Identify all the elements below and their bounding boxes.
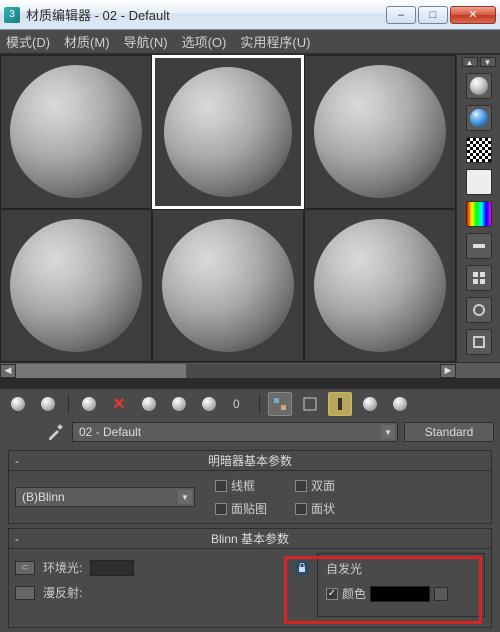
backlight-icon[interactable]: [466, 105, 492, 131]
rollout-title: Blinn 基本参数: [211, 530, 289, 547]
self-illum-color-swatch[interactable]: [370, 586, 430, 602]
self-illum-title: 自发光: [326, 560, 476, 577]
sample-slot[interactable]: [0, 209, 152, 363]
material-toolbar: ✕ 0: [0, 388, 500, 418]
options-icon[interactable]: [466, 265, 492, 291]
menu-material[interactable]: 材质(M): [64, 32, 110, 51]
menu-mode[interactable]: 模式(D): [6, 32, 50, 51]
shader-basic-rollout: - 明暗器基本参数 (B)Blinn ▼ 线框 双面 面贴图 面状: [8, 450, 492, 524]
show-in-viewport-icon[interactable]: [268, 392, 292, 416]
diffuse-thumb-icon[interactable]: [15, 586, 35, 600]
combo-arrow-icon[interactable]: ▼: [178, 490, 192, 504]
material-name-row: 02 - Default ▼ Standard: [0, 418, 500, 446]
collapse-icon[interactable]: -: [15, 532, 19, 546]
go-forward-sibling-2-icon[interactable]: [388, 392, 412, 416]
maximize-button[interactable]: □: [418, 6, 448, 24]
scroll-left-icon[interactable]: ◀: [0, 364, 16, 378]
app-icon: 3: [4, 7, 20, 23]
svg-text:0: 0: [233, 397, 240, 411]
sample-type-sphere-icon[interactable]: [466, 73, 492, 99]
ambient-thumb-icon[interactable]: ⊂: [15, 561, 35, 575]
blinn-basic-rollout: - Blinn 基本参数 ⊂ 环境光:: [8, 528, 492, 628]
menu-utility[interactable]: 实用程序(U): [240, 32, 310, 51]
put-to-scene-icon[interactable]: [36, 392, 60, 416]
self-illum-color-label: 颜色: [342, 585, 366, 602]
select-by-material-icon[interactable]: [466, 297, 492, 323]
make-preview-icon[interactable]: [466, 233, 492, 259]
shader-name: (B)Blinn: [22, 490, 65, 504]
self-illumination-group: 自发光 颜色: [317, 553, 485, 617]
sample-sphere: [162, 219, 294, 352]
rollout-title: 明暗器基本参数: [208, 452, 292, 469]
make-unique-icon[interactable]: [167, 392, 191, 416]
make-copy-icon[interactable]: [137, 392, 161, 416]
self-illum-map-button[interactable]: [434, 587, 448, 601]
shader-combo[interactable]: (B)Blinn ▼: [15, 487, 195, 507]
sample-slot[interactable]: [152, 209, 304, 363]
material-name-text: 02 - Default: [79, 425, 141, 439]
sample-slot[interactable]: [304, 55, 456, 209]
menu-options[interactable]: 选项(O): [182, 32, 227, 51]
assign-to-selection-icon[interactable]: [77, 392, 101, 416]
ambient-diffuse-lock-icon[interactable]: [295, 561, 309, 575]
menu-navigate[interactable]: 导航(N): [124, 32, 168, 51]
ambient-color-swatch[interactable]: [90, 560, 134, 576]
window-buttons: – □ ✕: [386, 6, 496, 24]
material-map-nav-icon[interactable]: [466, 329, 492, 355]
sample-slot[interactable]: [0, 55, 152, 209]
material-name-combo[interactable]: 02 - Default ▼: [72, 422, 398, 442]
sample-sphere: [314, 65, 446, 198]
menu-bar: 模式(D) 材质(M) 导航(N) 选项(O) 实用程序(U): [0, 30, 500, 54]
go-to-parent-icon[interactable]: [328, 392, 352, 416]
collapse-icon[interactable]: -: [15, 454, 19, 468]
titlebar: 3 材质编辑器 - 02 - Default – □ ✕: [0, 0, 500, 30]
window-title: 材质编辑器 - 02 - Default: [26, 5, 386, 24]
self-illum-color-checkbox[interactable]: 颜色: [326, 585, 476, 602]
scroll-up-icon[interactable]: ▲: [462, 57, 478, 67]
sample-sphere: [10, 219, 142, 352]
side-toolbar: ▲ ▼: [456, 55, 500, 362]
face-map-checkbox[interactable]: 面贴图: [215, 500, 267, 517]
sample-uv-icon[interactable]: [466, 169, 492, 195]
sample-slot-grid: [0, 55, 456, 362]
rollout-header[interactable]: - 明暗器基本参数: [9, 451, 491, 471]
material-type-button[interactable]: Standard: [404, 422, 494, 442]
pick-material-icon[interactable]: [44, 421, 66, 443]
scroll-right-icon[interactable]: ▶: [440, 364, 456, 378]
two-sided-checkbox[interactable]: 双面: [295, 477, 335, 494]
sample-sphere: [10, 65, 142, 198]
reset-map-icon[interactable]: ✕: [107, 392, 131, 416]
close-button[interactable]: ✕: [450, 6, 496, 24]
rollout-header[interactable]: - Blinn 基本参数: [9, 529, 491, 549]
scroll-thumb[interactable]: [16, 364, 186, 378]
scroll-down-icon[interactable]: ▼: [480, 57, 496, 67]
get-material-icon[interactable]: [6, 392, 30, 416]
put-to-library-icon[interactable]: [197, 392, 221, 416]
material-id-icon[interactable]: 0: [227, 392, 251, 416]
go-forward-sibling-icon[interactable]: [358, 392, 382, 416]
video-color-check-icon[interactable]: [466, 201, 492, 227]
minimize-button[interactable]: –: [386, 6, 416, 24]
sample-slot[interactable]: [304, 209, 456, 363]
sample-sphere: [164, 67, 292, 197]
diffuse-label: 漫反射:: [43, 584, 82, 601]
ambient-label: 环境光:: [43, 559, 82, 576]
combo-arrow-icon[interactable]: ▼: [381, 425, 395, 439]
sample-area: ▲ ▼: [0, 54, 500, 362]
background-checker-icon[interactable]: [466, 137, 492, 163]
sample-hscroll[interactable]: ◀ ▶: [0, 362, 500, 378]
wire-checkbox[interactable]: 线框: [215, 477, 267, 494]
scroll-track[interactable]: [16, 364, 440, 378]
sample-sphere: [314, 219, 446, 352]
sample-slot[interactable]: [152, 55, 304, 209]
show-end-result-icon[interactable]: [298, 392, 322, 416]
faceted-checkbox[interactable]: 面状: [295, 500, 335, 517]
